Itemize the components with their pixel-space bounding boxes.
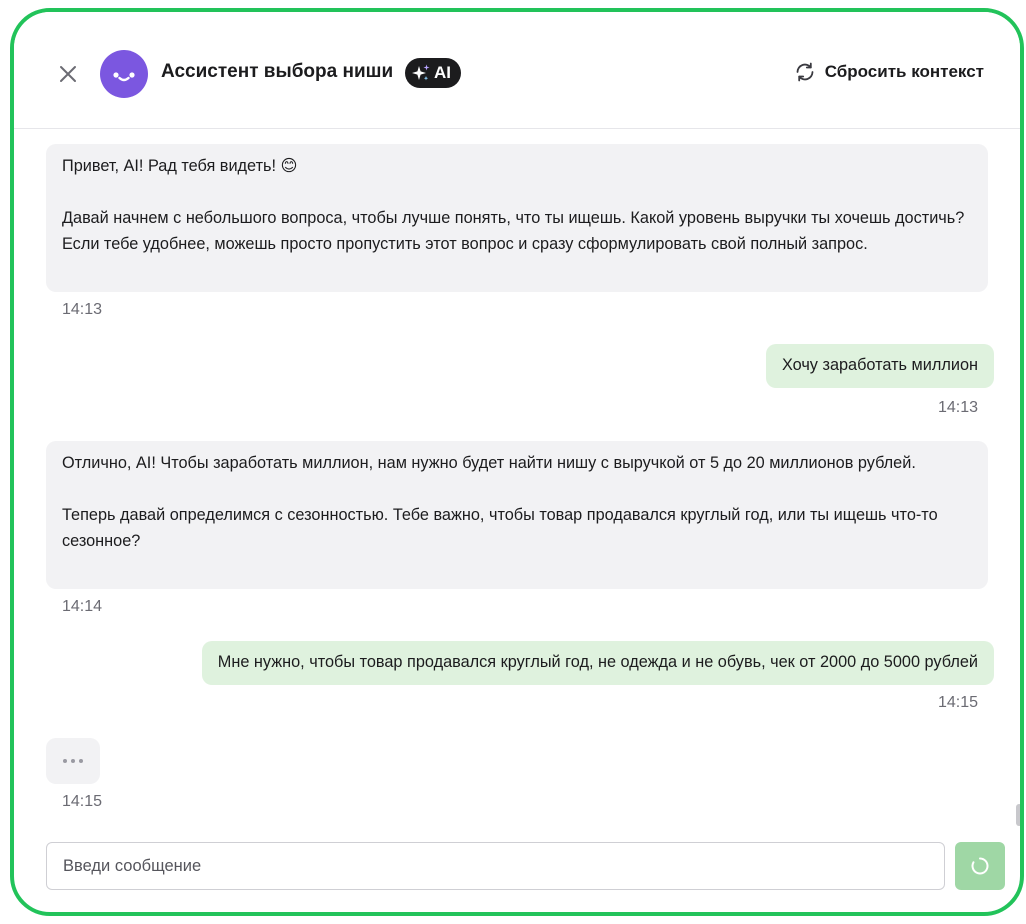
user-message: Мне нужно, чтобы товар продавался круглы… (201, 641, 994, 685)
assistant-message: Привет, AI! Рад тебя видеть! 😊 Давай нач… (46, 144, 988, 292)
scrollbar-thumb[interactable] (1016, 804, 1020, 826)
message-time: 14:13 (62, 301, 103, 318)
assistant-avatar (100, 50, 148, 98)
message-paragraph: Теперь давай определимся с сезонностью. … (62, 506, 938, 550)
message-input[interactable] (47, 843, 944, 889)
reset-context-label: Сбросить контекст (824, 62, 984, 81)
typing-dot (79, 759, 83, 763)
ai-badge: AI (405, 58, 461, 88)
message-paragraph: Отлично, AI! Чтобы заработать миллион, н… (62, 454, 916, 472)
user-message: Хочу заработать миллион (765, 344, 994, 388)
smile-face-icon (113, 72, 135, 82)
typing-indicator (46, 738, 100, 784)
close-button[interactable] (56, 62, 80, 86)
message-input-wrapper (46, 842, 945, 890)
ai-badge-label: AI (434, 63, 451, 82)
assistant-window: Ассистент выбора ниши AI Сбросить контек… (10, 8, 1024, 916)
typing-dot (71, 759, 75, 763)
typing-dot (63, 759, 67, 763)
chat-title: Ассистент выбора ниши (161, 61, 394, 82)
reset-context-button[interactable]: Сбросить контекст (793, 60, 984, 84)
message-paragraph: Давай начнем с небольшого вопроса, чтобы… (62, 209, 965, 253)
message-time: 14:13 (937, 399, 978, 416)
refresh-icon (796, 62, 814, 82)
message-time: 14:14 (62, 598, 103, 615)
message-time: 14:15 (937, 694, 978, 711)
sparkle-icon (412, 64, 430, 81)
loading-spinner-icon (971, 857, 989, 875)
send-button[interactable] (955, 842, 1005, 890)
message-time: 14:15 (62, 793, 103, 810)
close-icon (60, 66, 76, 82)
assistant-message: Отлично, AI! Чтобы заработать миллион, н… (46, 441, 988, 589)
chat-header: Ассистент выбора ниши AI Сбросить контек… (14, 12, 1020, 129)
message-list[interactable]: Привет, AI! Рад тебя видеть! 😊 Давай нач… (14, 129, 1020, 829)
message-paragraph: Привет, AI! Рад тебя видеть! 😊 (62, 157, 298, 175)
